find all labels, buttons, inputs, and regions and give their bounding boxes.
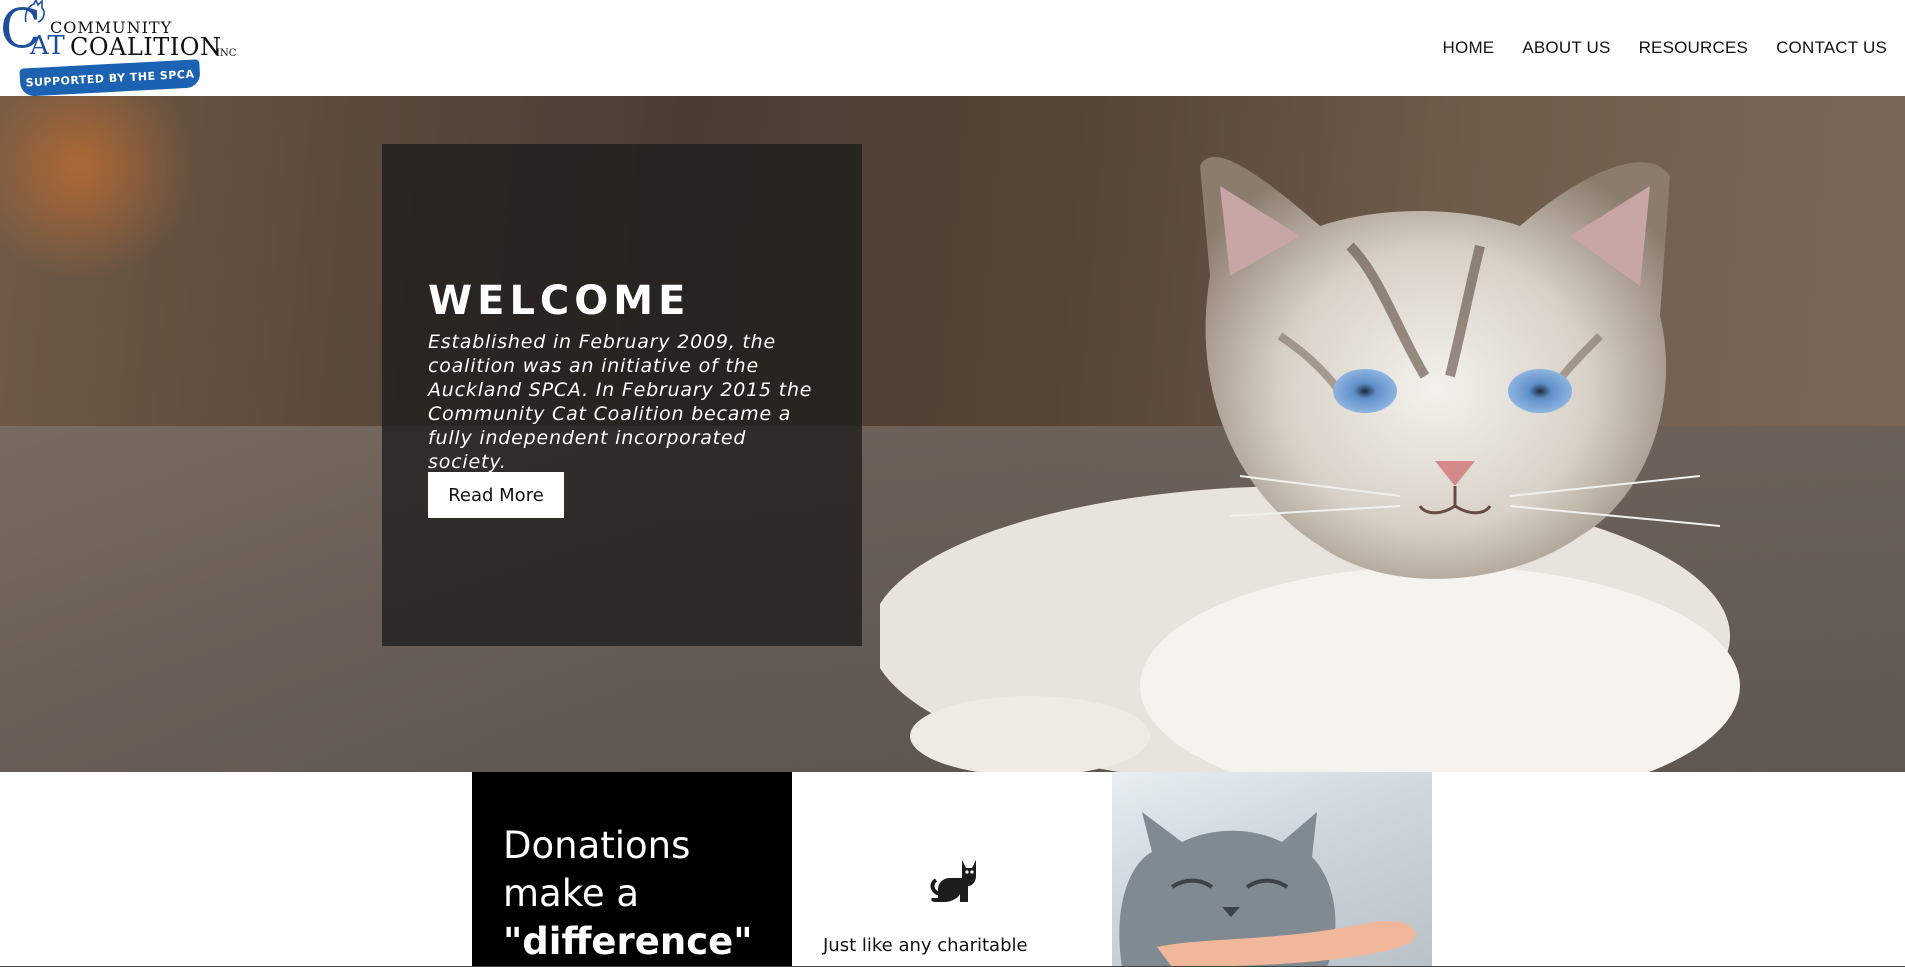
hero-background-glow: [0, 96, 200, 276]
site-logo[interactable]: C COMMUNITY AT COALITION INC SUPPORTED B…: [0, 0, 240, 97]
logo-coalition-text: COALITION: [70, 33, 222, 61]
welcome-panel: WELCOME Established in February 2009, th…: [382, 144, 862, 646]
donations-line-1: Donations: [503, 824, 691, 867]
donations-card[interactable]: Donations make a "difference": [472, 772, 792, 967]
logo-ribbon: SUPPORTED BY THE SPCA: [19, 59, 201, 97]
nav-about-us[interactable]: ABOUT US: [1522, 38, 1610, 58]
welcome-heading: WELCOME: [428, 278, 691, 324]
donations-line-2: make a: [503, 872, 640, 915]
logo-at-text: AT: [30, 31, 65, 61]
welcome-description: Established in February 2009, the coalit…: [428, 331, 813, 473]
grey-cat-photo-card: [1112, 772, 1432, 967]
donations-line-3: "difference": [503, 920, 753, 963]
site-header: C COMMUNITY AT COALITION INC SUPPORTED B…: [0, 0, 1905, 97]
info-text: Just like any charitable: [823, 935, 1028, 956]
read-more-button[interactable]: Read More: [428, 472, 564, 518]
nav-home[interactable]: HOME: [1443, 38, 1495, 58]
info-card: Just like any charitable: [792, 772, 1112, 967]
grey-cat-image: [1119, 812, 1416, 967]
nav-contact-us[interactable]: CONTACT US: [1776, 38, 1887, 58]
hero-section: WELCOME Established in February 2009, th…: [0, 96, 1905, 772]
cat-sitting-icon: [930, 860, 976, 902]
logo-inc-text: INC: [216, 48, 237, 59]
feature-strip: Donations make a "difference" Just like …: [472, 772, 1432, 967]
hero-cat-image: [880, 156, 1740, 772]
nav-resources[interactable]: RESOURCES: [1639, 38, 1749, 58]
main-nav: HOME ABOUT US RESOURCES CONTACT US: [1443, 38, 1887, 58]
